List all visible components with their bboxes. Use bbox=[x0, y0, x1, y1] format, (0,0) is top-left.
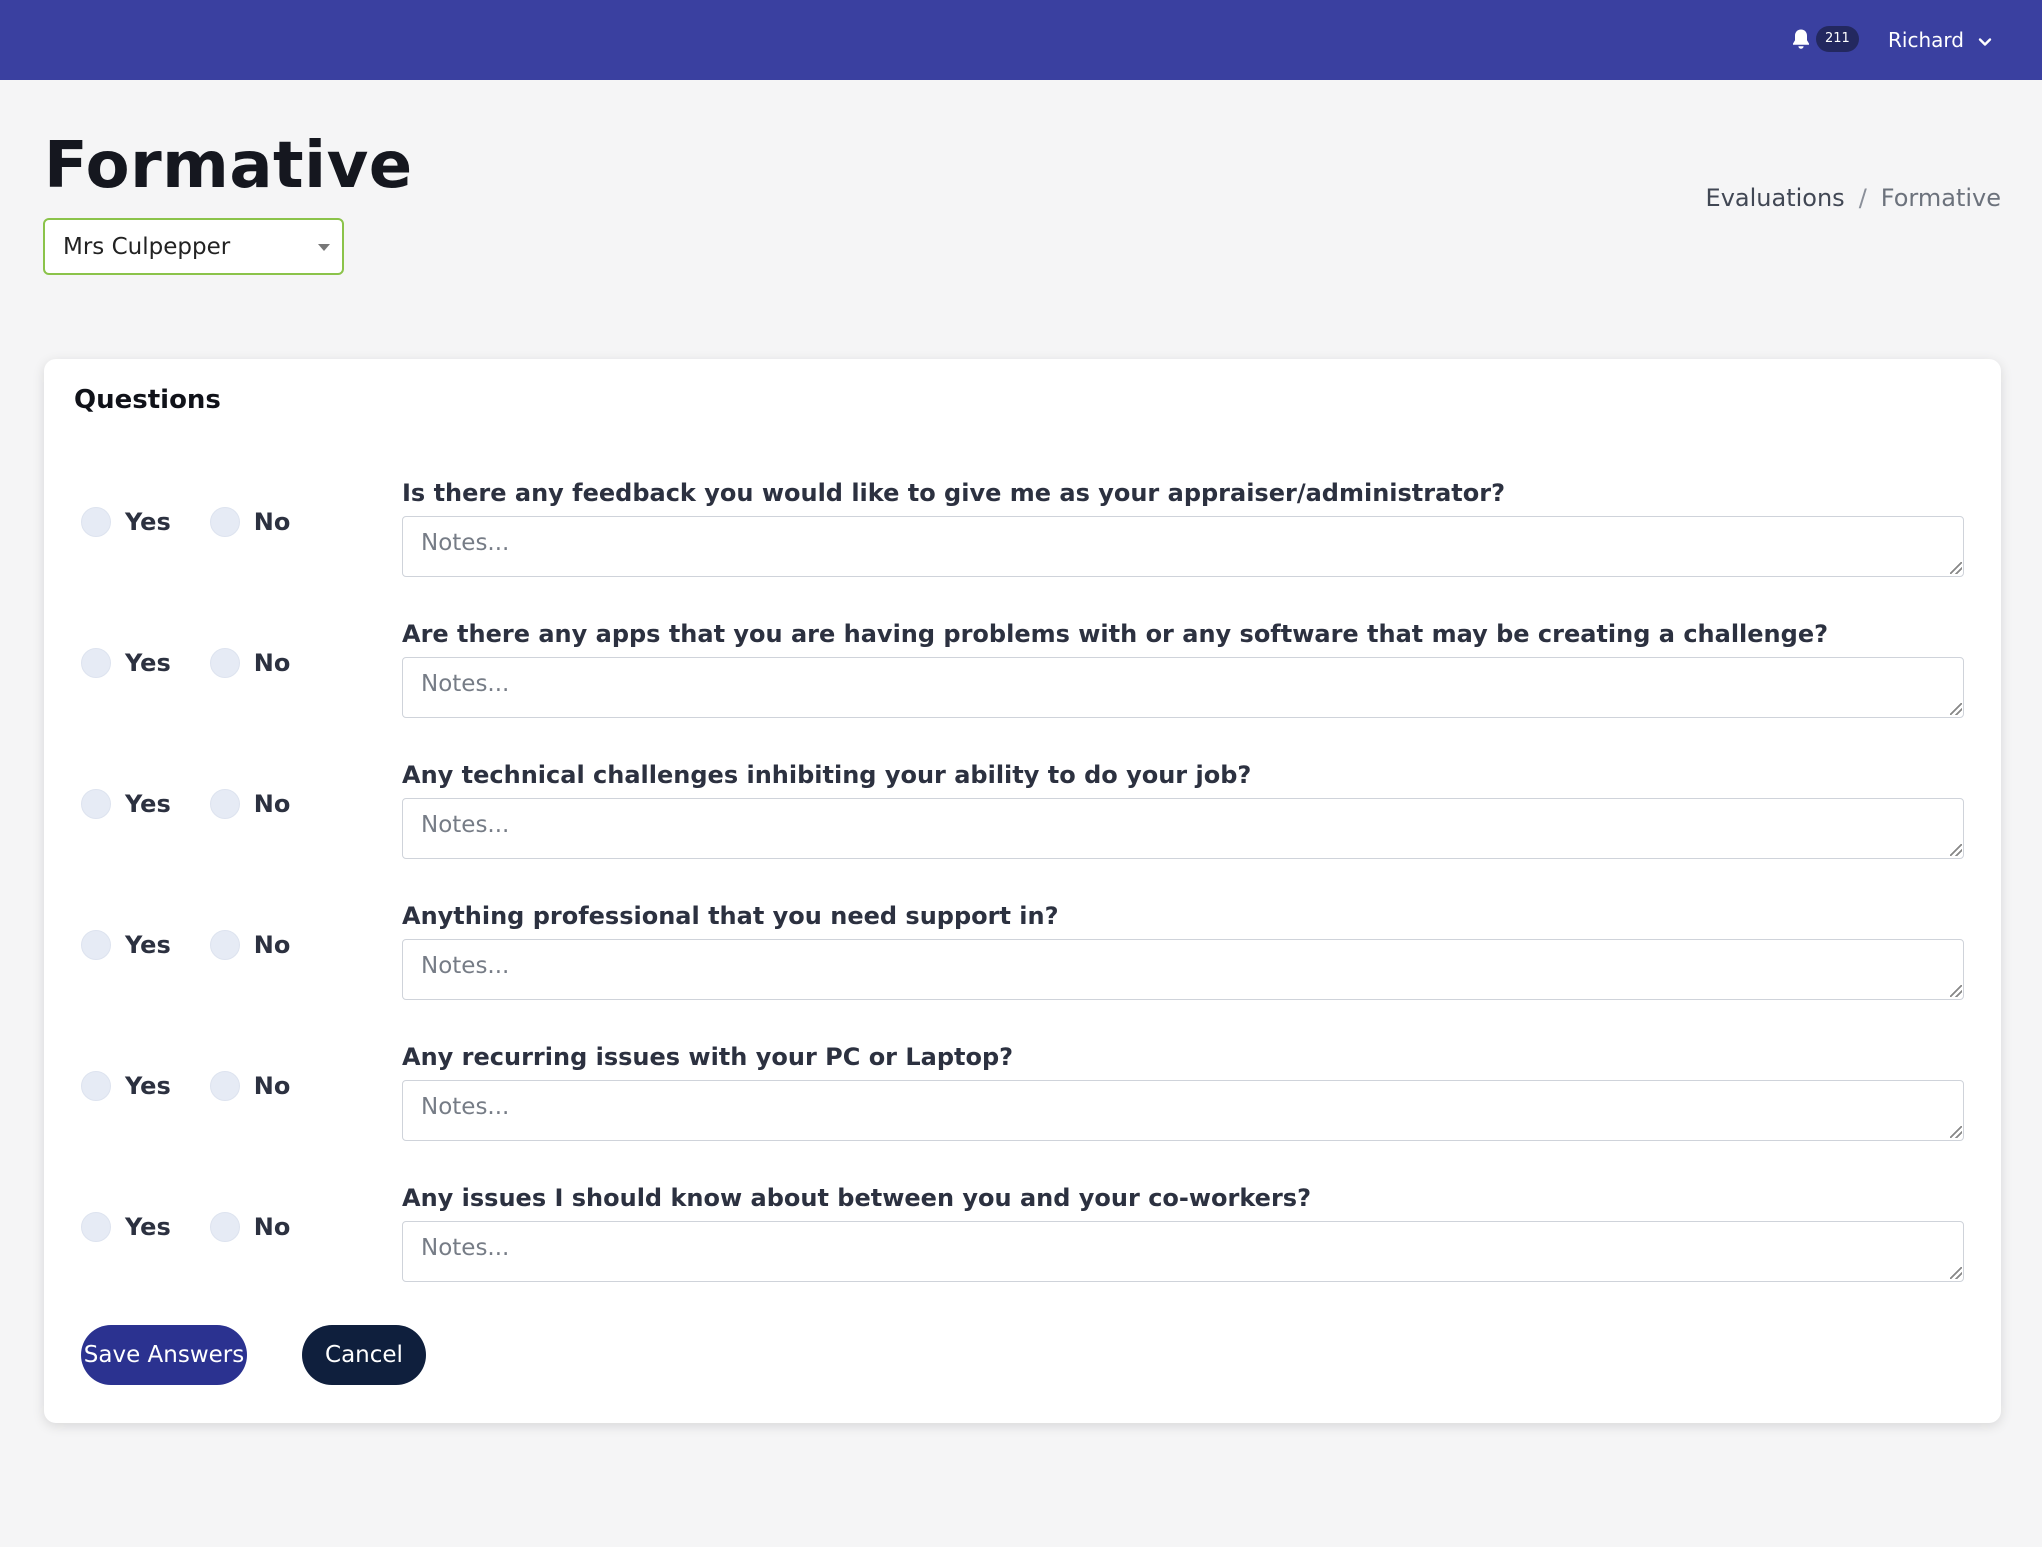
yes-radio[interactable]: Yes bbox=[81, 1071, 171, 1101]
notes-textarea[interactable] bbox=[402, 798, 1964, 859]
page-title: Formative bbox=[44, 129, 413, 203]
no-radio[interactable]: No bbox=[209, 1071, 291, 1101]
yes-radio[interactable]: Yes bbox=[81, 648, 171, 678]
question-row: Yes No Is there any feedback you would l… bbox=[44, 476, 2001, 617]
yes-label: Yes bbox=[125, 1072, 171, 1100]
yes-no-radio-group: Yes No bbox=[81, 929, 290, 961]
resize-handle-icon[interactable] bbox=[1950, 844, 1962, 856]
radio-circle-icon[interactable] bbox=[81, 507, 111, 537]
question-text: Any issues I should know about between y… bbox=[402, 1184, 1311, 1212]
radio-circle-icon[interactable] bbox=[209, 1071, 240, 1101]
no-label: No bbox=[253, 1213, 291, 1241]
resize-handle-icon[interactable] bbox=[1950, 1126, 1962, 1138]
notes-textarea[interactable] bbox=[402, 516, 1964, 577]
no-label: No bbox=[253, 508, 291, 536]
card-title: Questions bbox=[74, 385, 221, 415]
cancel-button[interactable]: Cancel bbox=[302, 1325, 426, 1385]
question-text: Any recurring issues with your PC or Lap… bbox=[402, 1043, 1014, 1071]
breadcrumb-separator: / bbox=[1858, 184, 1867, 212]
yes-no-radio-group: Yes No bbox=[81, 788, 290, 820]
radio-circle-icon[interactable] bbox=[209, 930, 240, 960]
yes-label: Yes bbox=[125, 790, 171, 818]
no-label: No bbox=[253, 1072, 291, 1100]
yes-radio[interactable]: Yes bbox=[81, 930, 171, 960]
yes-no-radio-group: Yes No bbox=[81, 1070, 290, 1102]
user-name: Richard bbox=[1888, 28, 1964, 52]
question-row: Yes No Any issues I should know about be… bbox=[44, 1181, 2001, 1322]
notes-textarea[interactable] bbox=[402, 1221, 1964, 1282]
yes-radio[interactable]: Yes bbox=[81, 789, 171, 819]
resize-handle-icon[interactable] bbox=[1950, 562, 1962, 574]
breadcrumb-evaluations[interactable]: Evaluations bbox=[1706, 184, 1845, 212]
caret-down-icon bbox=[318, 244, 330, 251]
breadcrumb-current: Formative bbox=[1880, 184, 2001, 212]
question-text: Are there any apps that you are having p… bbox=[402, 620, 1829, 648]
no-radio[interactable]: No bbox=[209, 789, 291, 819]
no-radio[interactable]: No bbox=[209, 648, 291, 678]
selected-person: Mrs Culpepper bbox=[63, 233, 231, 260]
question-row: Yes No Any recurring issues with your PC… bbox=[44, 1040, 2001, 1181]
yes-no-radio-group: Yes No bbox=[81, 1211, 290, 1243]
no-radio[interactable]: No bbox=[209, 930, 291, 960]
radio-circle-icon[interactable] bbox=[209, 648, 240, 678]
question-text: Is there any feedback you would like to … bbox=[402, 479, 1506, 507]
breadcrumb: Evaluations / Formative bbox=[1706, 182, 2001, 214]
no-label: No bbox=[253, 790, 291, 818]
radio-circle-icon[interactable] bbox=[209, 1212, 240, 1242]
no-radio[interactable]: No bbox=[209, 1212, 291, 1242]
bell-icon[interactable] bbox=[1790, 27, 1812, 51]
user-menu[interactable]: Richard bbox=[1880, 20, 2006, 60]
question-text: Any technical challenges inhibiting your… bbox=[402, 761, 1252, 789]
radio-circle-icon[interactable] bbox=[81, 930, 111, 960]
notification-count-badge[interactable]: 211 bbox=[1816, 26, 1859, 52]
resize-handle-icon[interactable] bbox=[1950, 985, 1962, 997]
yes-label: Yes bbox=[125, 649, 171, 677]
radio-circle-icon[interactable] bbox=[81, 789, 111, 819]
person-select[interactable]: Mrs Culpepper bbox=[43, 218, 344, 275]
notes-textarea[interactable] bbox=[402, 939, 1964, 1000]
notes-textarea[interactable] bbox=[402, 657, 1964, 718]
radio-circle-icon[interactable] bbox=[81, 1071, 111, 1101]
yes-no-radio-group: Yes No bbox=[81, 506, 290, 538]
question-text: Anything professional that you need supp… bbox=[402, 902, 1059, 930]
top-navbar: 211 Richard bbox=[0, 0, 2042, 80]
chevron-down-icon bbox=[1978, 28, 1992, 52]
radio-circle-icon[interactable] bbox=[209, 789, 240, 819]
radio-circle-icon[interactable] bbox=[209, 507, 240, 537]
resize-handle-icon[interactable] bbox=[1950, 1267, 1962, 1279]
question-row: Yes No Anything professional that you ne… bbox=[44, 899, 2001, 1040]
no-label: No bbox=[253, 649, 291, 677]
yes-label: Yes bbox=[125, 931, 171, 959]
yes-radio[interactable]: Yes bbox=[81, 1212, 171, 1242]
yes-no-radio-group: Yes No bbox=[81, 647, 290, 679]
radio-circle-icon[interactable] bbox=[81, 1212, 111, 1242]
yes-label: Yes bbox=[125, 1213, 171, 1241]
question-row: Yes No Are there any apps that you are h… bbox=[44, 617, 2001, 758]
resize-handle-icon[interactable] bbox=[1950, 703, 1962, 715]
yes-radio[interactable]: Yes bbox=[81, 507, 171, 537]
radio-circle-icon[interactable] bbox=[81, 648, 111, 678]
no-radio[interactable]: No bbox=[209, 507, 291, 537]
question-row: Yes No Any technical challenges inhibiti… bbox=[44, 758, 2001, 899]
notes-textarea[interactable] bbox=[402, 1080, 1964, 1141]
save-answers-button[interactable]: Save Answers bbox=[81, 1325, 247, 1385]
yes-label: Yes bbox=[125, 508, 171, 536]
questions-card: Questions Yes No Is there any feedback y… bbox=[44, 359, 2001, 1423]
no-label: No bbox=[253, 931, 291, 959]
